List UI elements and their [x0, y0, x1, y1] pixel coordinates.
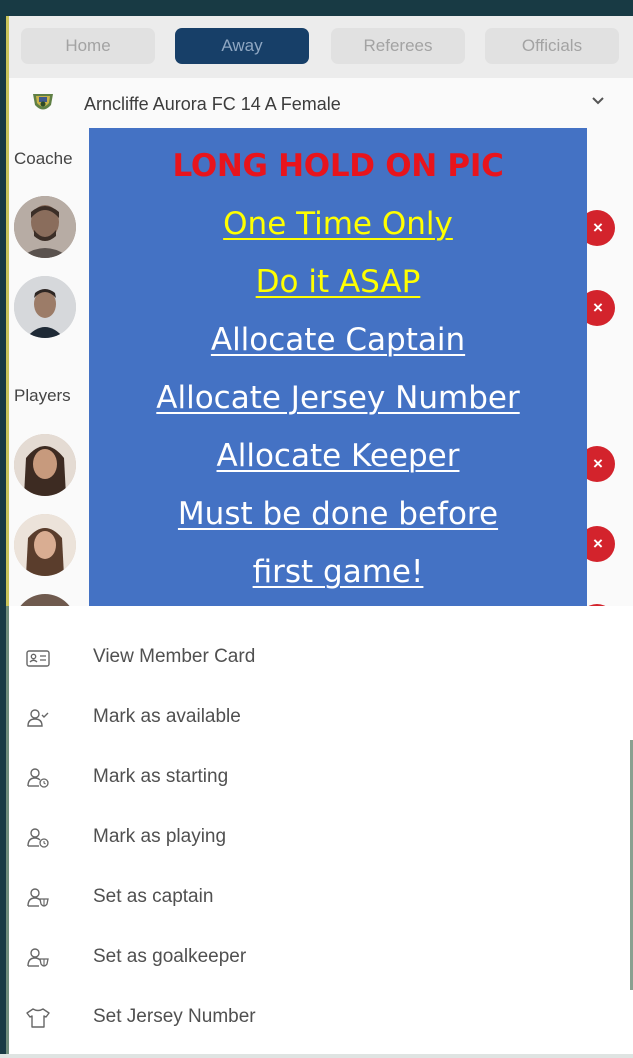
tab-officials[interactable]: Officials [485, 28, 619, 64]
avatar[interactable] [14, 514, 76, 576]
person-photo [14, 434, 76, 496]
menu-item-view-member-card[interactable]: View Member Card [9, 628, 630, 688]
person-photo [14, 276, 76, 338]
chevron-down-icon[interactable] [591, 94, 605, 108]
coaches-section-label: Coache [14, 149, 73, 168]
menu-item-mark-starting[interactable]: Mark as starting [9, 748, 630, 808]
person-shield-icon [27, 948, 49, 967]
person-clock-icon [27, 768, 49, 788]
person-photo [14, 196, 76, 258]
menu-item-label: Set as captain [93, 886, 214, 907]
frame-bottom-edge [0, 1054, 633, 1058]
avatar[interactable] [14, 196, 76, 258]
menu-item-label: Set Jersey Number [93, 1006, 256, 1027]
tab-bar: Home Away Referees Officials [9, 16, 633, 78]
avatar[interactable] [14, 434, 76, 496]
tab-home[interactable]: Home [21, 28, 155, 64]
club-crest-icon [33, 94, 53, 110]
players-section-label: Players [14, 386, 71, 405]
overlay-line: first game! [252, 554, 424, 590]
menu-item-mark-playing[interactable]: Mark as playing [9, 808, 630, 868]
menu-item-label: Mark as available [93, 706, 241, 727]
menu-item-label: Mark as playing [93, 826, 227, 847]
menu-item-label: Mark as starting [93, 766, 229, 787]
instruction-overlay: LONG HOLD ON PIC One Time Only Do it ASA… [89, 128, 587, 612]
menu-item-set-jersey-number[interactable]: Set Jersey Number [9, 988, 630, 1048]
menu-item-label: Set as goalkeeper [93, 946, 247, 967]
team-selector[interactable]: Arncliffe Aurora FC 14 A Female [9, 86, 633, 122]
avatar[interactable] [14, 594, 76, 606]
person-check-icon [27, 709, 49, 727]
overlay-line: Do it ASAP [255, 264, 421, 300]
menu-item-set-goalkeeper[interactable]: Set as goalkeeper [9, 928, 630, 988]
person-photo [14, 514, 76, 576]
menu-item-mark-available[interactable]: Mark as available [9, 688, 630, 748]
jersey-icon [26, 1008, 50, 1028]
person-clock-icon [27, 828, 49, 848]
member-card-icon [26, 650, 50, 667]
tab-away[interactable]: Away [175, 28, 309, 64]
person-shield-icon [27, 888, 49, 907]
window-frame-top [0, 0, 633, 16]
menu-item-label: View Member Card [93, 646, 256, 667]
member-actions-sheet: View Member Card Mark as available Mark … [9, 606, 630, 1054]
overlay-title: LONG HOLD ON PIC [172, 148, 504, 184]
overlay-line: Must be done before [177, 496, 499, 532]
overlay-line: Allocate Jersey Number [156, 380, 520, 416]
overlay-line: One Time Only [223, 206, 453, 242]
menu-item-set-captain[interactable]: Set as captain [9, 868, 630, 928]
overlay-line: Allocate Keeper [216, 438, 460, 474]
avatar[interactable] [14, 276, 76, 338]
team-name: Arncliffe Aurora FC 14 A Female [84, 94, 341, 114]
overlay-line: Allocate Captain [210, 322, 466, 358]
tab-referees[interactable]: Referees [331, 28, 465, 64]
